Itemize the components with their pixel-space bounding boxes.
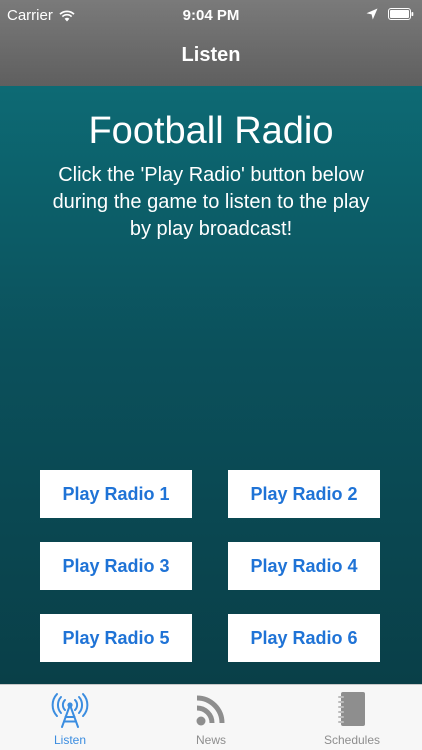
notebook-icon xyxy=(338,692,365,726)
page-title: Football Radio xyxy=(88,110,334,152)
rss-icon xyxy=(196,695,225,726)
status-bar: Carrier 9:04 PM xyxy=(0,0,422,32)
battery-icon xyxy=(388,8,414,20)
status-right xyxy=(366,8,414,20)
header: Carrier 9:04 PM Listen xyxy=(0,0,422,86)
radio-tower-icon xyxy=(51,693,89,728)
page-subtitle: Click the 'Play Radio' button below duri… xyxy=(52,164,370,240)
tab-news-label: News xyxy=(195,733,226,747)
tab-schedules-label: Schedules xyxy=(323,733,381,747)
nav-title: Listen xyxy=(181,44,241,66)
tab-bar: Listen News Schedules xyxy=(0,684,422,750)
tab-listen[interactable]: Listen xyxy=(0,685,140,750)
play-radio-5-button[interactable]: Play Radio 5 xyxy=(40,614,192,662)
status-time: 9:04 PM xyxy=(182,7,240,24)
tab-news[interactable]: News xyxy=(141,685,281,750)
play-radio-4-button[interactable]: Play Radio 4 xyxy=(228,542,380,590)
play-radio-6-button[interactable]: Play Radio 6 xyxy=(228,614,380,662)
location-arrow-icon xyxy=(366,8,378,20)
tab-schedules[interactable]: Schedules xyxy=(282,685,422,750)
play-radio-1-button[interactable]: Play Radio 1 xyxy=(40,470,192,518)
main-content: Football Radio Click the 'Play Radio' bu… xyxy=(0,86,422,684)
play-radio-2-button[interactable]: Play Radio 2 xyxy=(228,470,380,518)
play-radio-3-button[interactable]: Play Radio 3 xyxy=(40,542,192,590)
tab-listen-label: Listen xyxy=(53,733,87,747)
